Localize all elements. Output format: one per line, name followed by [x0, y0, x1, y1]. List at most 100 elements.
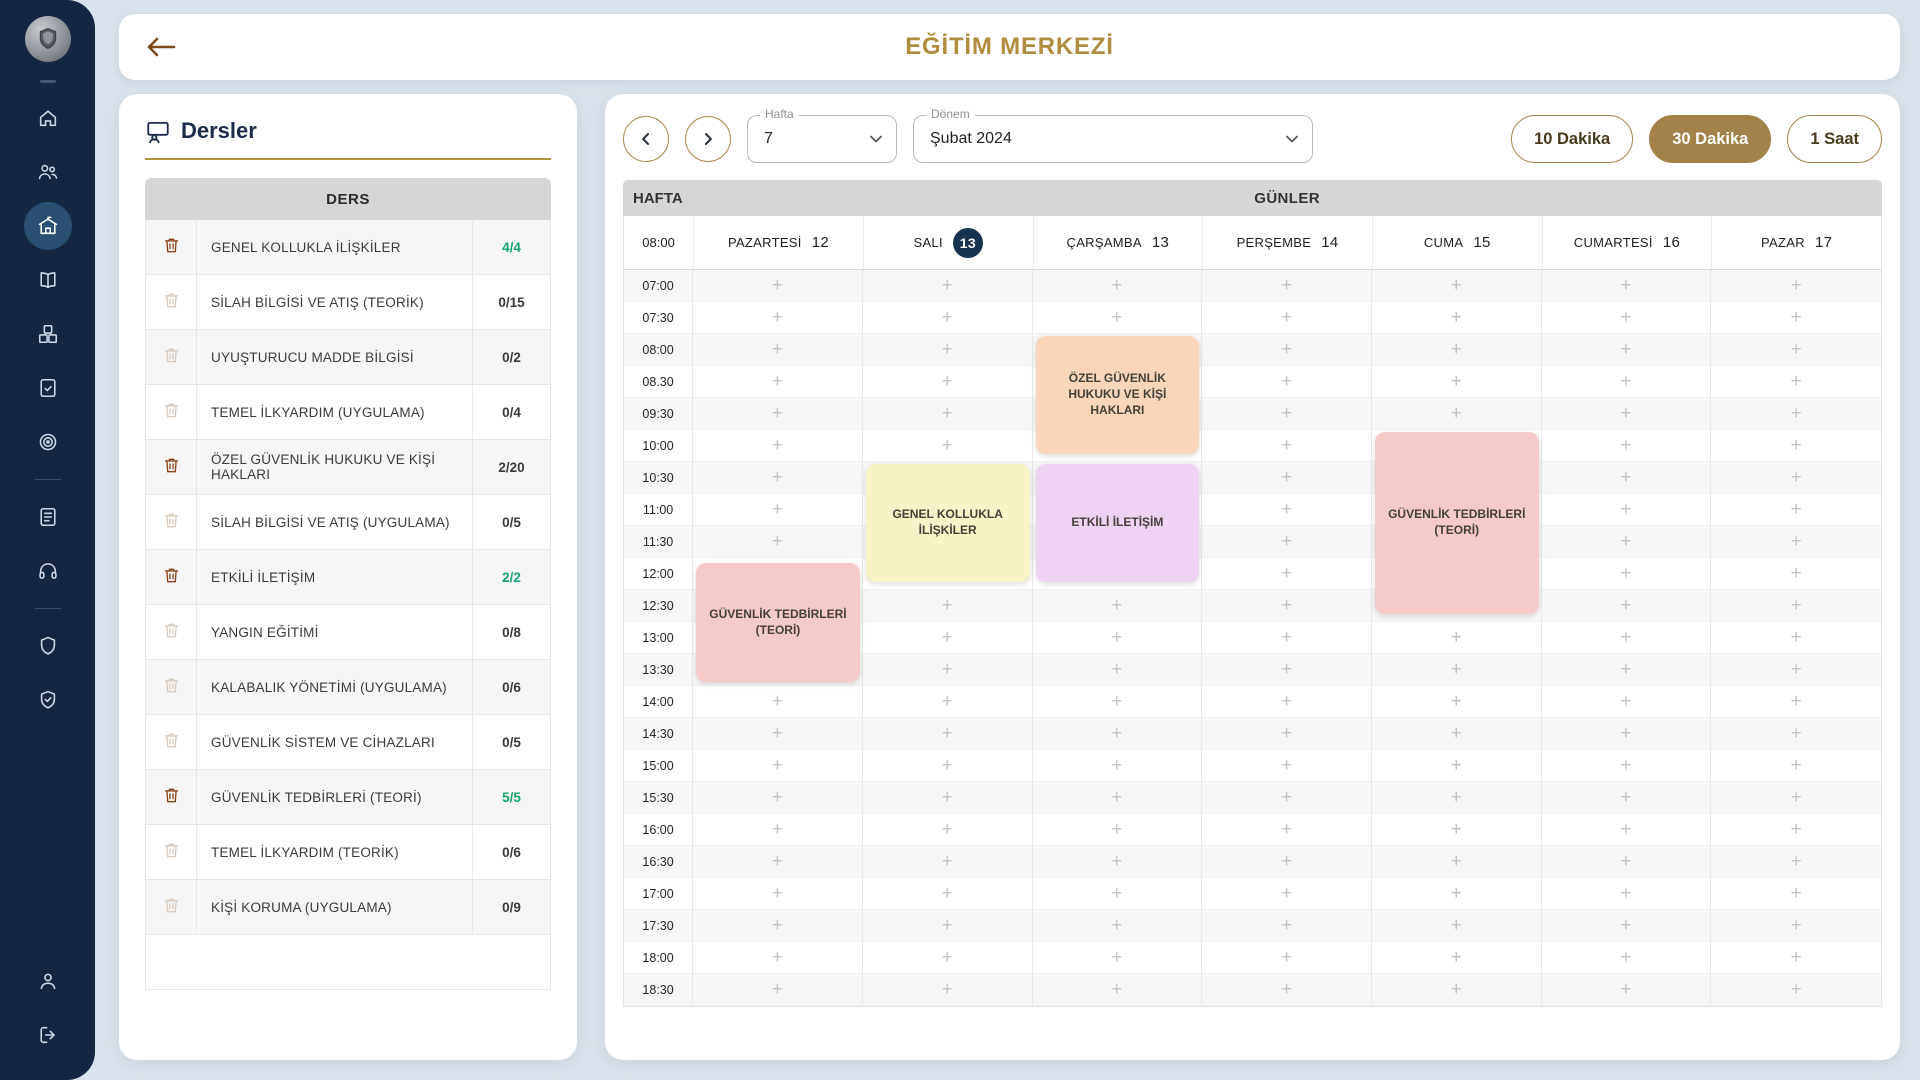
- slot-cell[interactable]: +: [693, 398, 863, 430]
- delete-course-button[interactable]: [162, 786, 181, 808]
- slot-cell[interactable]: +: [693, 430, 863, 462]
- slot-cell[interactable]: +: [1202, 526, 1372, 558]
- slot-cell[interactable]: +: [1202, 686, 1372, 718]
- slot-cell[interactable]: +: [1372, 974, 1542, 1006]
- slot-cell[interactable]: +: [863, 814, 1033, 846]
- course-row[interactable]: TEMEL İLKYARDIM (UYGULAMA)0/4: [145, 385, 551, 440]
- slot-cell[interactable]: +: [1372, 750, 1542, 782]
- sidebar-item-users[interactable]: [24, 148, 72, 196]
- slot-cell[interactable]: +: [1711, 270, 1881, 302]
- slot-cell[interactable]: +: [693, 878, 863, 910]
- slot-cell[interactable]: +: [693, 974, 863, 1006]
- slot-cell[interactable]: +: [1542, 654, 1712, 686]
- week-select[interactable]: Hafta 7: [747, 115, 897, 163]
- slot-cell[interactable]: +: [1711, 718, 1881, 750]
- course-row[interactable]: UYUŞTURUCU MADDE BİLGİSİ0/2: [145, 330, 551, 385]
- slot-cell[interactable]: +: [1711, 942, 1881, 974]
- slot-cell[interactable]: +: [1033, 622, 1203, 654]
- slot-cell[interactable]: +: [1711, 526, 1881, 558]
- slot-cell[interactable]: +: [863, 750, 1033, 782]
- slot-cell[interactable]: +: [1372, 398, 1542, 430]
- slot-cell[interactable]: +: [1542, 750, 1712, 782]
- schedule-event[interactable]: GÜVENLİK TEDBİRLERİ (TEORİ): [1375, 432, 1539, 614]
- delete-course-button[interactable]: [162, 621, 181, 643]
- slot-cell[interactable]: +: [1542, 430, 1712, 462]
- slot-cell[interactable]: +: [1372, 782, 1542, 814]
- slot-cell[interactable]: +: [1202, 814, 1372, 846]
- slot-cell[interactable]: +: [1372, 878, 1542, 910]
- slot-cell[interactable]: +: [1202, 430, 1372, 462]
- slot-cell[interactable]: +: [863, 718, 1033, 750]
- slot-cell[interactable]: +: [1711, 590, 1881, 622]
- back-button[interactable]: [145, 35, 177, 59]
- slot-cell[interactable]: +: [1711, 974, 1881, 1006]
- slot-cell[interactable]: +: [1202, 462, 1372, 494]
- schedule-event[interactable]: ÖZEL GÜVENLİK HUKUKU VE KİŞİ HAKLARI: [1036, 336, 1200, 454]
- course-row[interactable]: SİLAH BİLGİSİ VE ATIŞ (TEORİK)0/15: [145, 275, 551, 330]
- slot-cell[interactable]: +: [693, 526, 863, 558]
- duration-button-1-saat[interactable]: 1 Saat: [1787, 115, 1882, 163]
- course-row[interactable]: GÜVENLİK TEDBİRLERİ (TEORİ)5/5: [145, 770, 551, 825]
- slot-cell[interactable]: +: [863, 846, 1033, 878]
- slot-cell[interactable]: +: [1033, 878, 1203, 910]
- slot-cell[interactable]: +: [1202, 494, 1372, 526]
- slot-cell[interactable]: +: [1711, 622, 1881, 654]
- slot-cell[interactable]: +: [863, 782, 1033, 814]
- slot-cell[interactable]: +: [1202, 974, 1372, 1006]
- slot-cell[interactable]: +: [1711, 334, 1881, 366]
- slot-cell[interactable]: +: [1372, 270, 1542, 302]
- slot-cell[interactable]: +: [1202, 366, 1372, 398]
- slot-cell[interactable]: +: [1711, 814, 1881, 846]
- slot-cell[interactable]: +: [1202, 334, 1372, 366]
- slot-cell[interactable]: +: [1372, 334, 1542, 366]
- slot-cell[interactable]: +: [1202, 718, 1372, 750]
- schedule-event[interactable]: GÜVENLİK TEDBİRLERİ (TEORİ): [696, 563, 860, 682]
- course-row[interactable]: ETKİLİ İLETİŞİM2/2: [145, 550, 551, 605]
- slot-cell[interactable]: +: [863, 302, 1033, 334]
- slot-cell[interactable]: +: [1033, 654, 1203, 686]
- slot-cell[interactable]: +: [693, 366, 863, 398]
- slot-cell[interactable]: +: [863, 398, 1033, 430]
- slot-cell[interactable]: +: [1711, 686, 1881, 718]
- slot-cell[interactable]: +: [693, 494, 863, 526]
- slot-cell[interactable]: +: [863, 910, 1033, 942]
- slot-cell[interactable]: +: [1542, 590, 1712, 622]
- slot-cell[interactable]: +: [1202, 750, 1372, 782]
- sidebar-item-logout[interactable]: [24, 1011, 72, 1059]
- slot-cell[interactable]: +: [1711, 558, 1881, 590]
- sidebar-item-headset[interactable]: [24, 547, 72, 595]
- delete-course-button[interactable]: [162, 566, 181, 588]
- slot-cell[interactable]: +: [1711, 430, 1881, 462]
- slot-cell[interactable]: +: [693, 910, 863, 942]
- slot-cell[interactable]: +: [1372, 622, 1542, 654]
- slot-cell[interactable]: +: [863, 430, 1033, 462]
- slot-cell[interactable]: +: [1372, 942, 1542, 974]
- slot-cell[interactable]: +: [1542, 814, 1712, 846]
- course-row[interactable]: YANGIN EĞİTİMİ0/8: [145, 605, 551, 660]
- slot-cell[interactable]: +: [1542, 782, 1712, 814]
- sidebar-item-book[interactable]: [24, 256, 72, 304]
- slot-cell[interactable]: +: [1372, 654, 1542, 686]
- delete-course-button[interactable]: [162, 236, 181, 258]
- slot-cell[interactable]: +: [863, 942, 1033, 974]
- duration-button-10-dakika[interactable]: 10 Dakika: [1511, 115, 1633, 163]
- course-row[interactable]: ÖZEL GÜVENLİK HUKUKU VE KİŞİ HAKLARI2/20: [145, 440, 551, 495]
- slot-cell[interactable]: +: [1202, 622, 1372, 654]
- slot-cell[interactable]: +: [1542, 526, 1712, 558]
- slot-cell[interactable]: +: [1711, 398, 1881, 430]
- course-row[interactable]: GÜVENLİK SİSTEM VE CİHAZLARI0/5: [145, 715, 551, 770]
- slot-cell[interactable]: +: [693, 750, 863, 782]
- slot-cell[interactable]: +: [863, 366, 1033, 398]
- slot-cell[interactable]: +: [1202, 942, 1372, 974]
- slot-cell[interactable]: +: [1033, 302, 1203, 334]
- slot-cell[interactable]: +: [693, 782, 863, 814]
- slot-cell[interactable]: +: [1711, 462, 1881, 494]
- sidebar-item-modules[interactable]: [24, 310, 72, 358]
- slot-cell[interactable]: +: [863, 974, 1033, 1006]
- slot-cell[interactable]: +: [1542, 398, 1712, 430]
- slot-cell[interactable]: +: [693, 334, 863, 366]
- sidebar-item-target[interactable]: [24, 418, 72, 466]
- slot-cell[interactable]: +: [1372, 302, 1542, 334]
- schedule-event[interactable]: ETKİLİ İLETİŞİM: [1036, 464, 1200, 582]
- slot-cell[interactable]: +: [1542, 910, 1712, 942]
